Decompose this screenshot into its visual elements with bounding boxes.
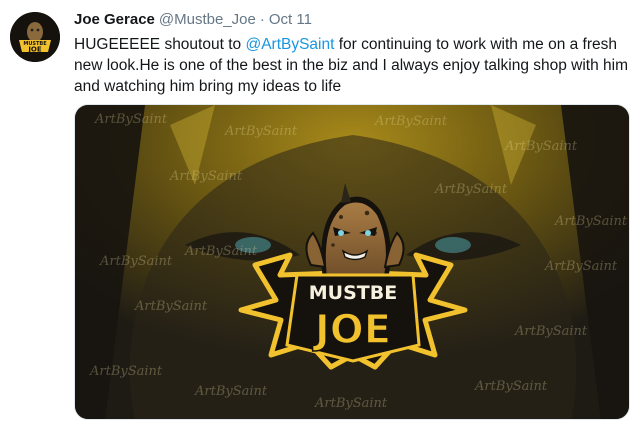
avatar[interactable]: MUSTBE JOE: [10, 12, 60, 62]
tweet-media-image[interactable]: ArtBySaint ArtBySaint ArtBySaint ArtBySa…: [74, 104, 630, 420]
tweet-date[interactable]: Oct 11: [269, 11, 312, 28]
watermark-7: ArtBySaint: [554, 214, 628, 229]
tweet-text: HUGEEEEE shoutout to @ArtBySaint for con…: [74, 34, 630, 97]
logo-line1: MUSTBE: [309, 282, 397, 304]
watermark-14: ArtBySaint: [194, 384, 268, 399]
watermark-5: ArtBySaint: [169, 169, 243, 184]
logo-artwork: ArtBySaint ArtBySaint ArtBySaint ArtBySa…: [75, 105, 629, 419]
watermark-6: ArtBySaint: [434, 182, 508, 197]
author-handle[interactable]: @Mustbe_Joe: [159, 11, 256, 28]
watermark-11: ArtBySaint: [134, 299, 208, 314]
watermark-8: ArtBySaint: [99, 254, 173, 269]
watermark-12: ArtBySaint: [514, 324, 588, 339]
watermark-2: ArtBySaint: [224, 124, 298, 139]
watermark-10: ArtBySaint: [544, 259, 618, 274]
logo-line2: JOE: [312, 307, 391, 353]
avatar-line2: JOE: [27, 46, 42, 54]
mention-link[interactable]: @ArtBySaint: [245, 36, 334, 53]
avatar-logo-icon: MUSTBE JOE: [10, 12, 60, 62]
separator-dot: ·: [259, 11, 265, 28]
watermark-1: ArtBySaint: [94, 112, 168, 127]
watermark-4: ArtBySaint: [504, 139, 578, 154]
author-name[interactable]: Joe Gerace: [74, 11, 155, 28]
watermark-9: ArtBySaint: [184, 244, 258, 259]
watermark-16: ArtBySaint: [314, 396, 388, 411]
watermark-13: ArtBySaint: [89, 364, 163, 379]
tweet-header: Joe Gerace @Mustbe_Joe · Oct 11: [74, 10, 312, 30]
tweet-text-before: HUGEEEEE shoutout to: [74, 36, 246, 53]
watermark-3: ArtBySaint: [374, 114, 448, 129]
tweet[interactable]: MUSTBE JOE Joe Gerace @Mustbe_Joe · Oct 11 …: [0, 0, 640, 428]
watermark-15: ArtBySaint: [474, 379, 548, 394]
